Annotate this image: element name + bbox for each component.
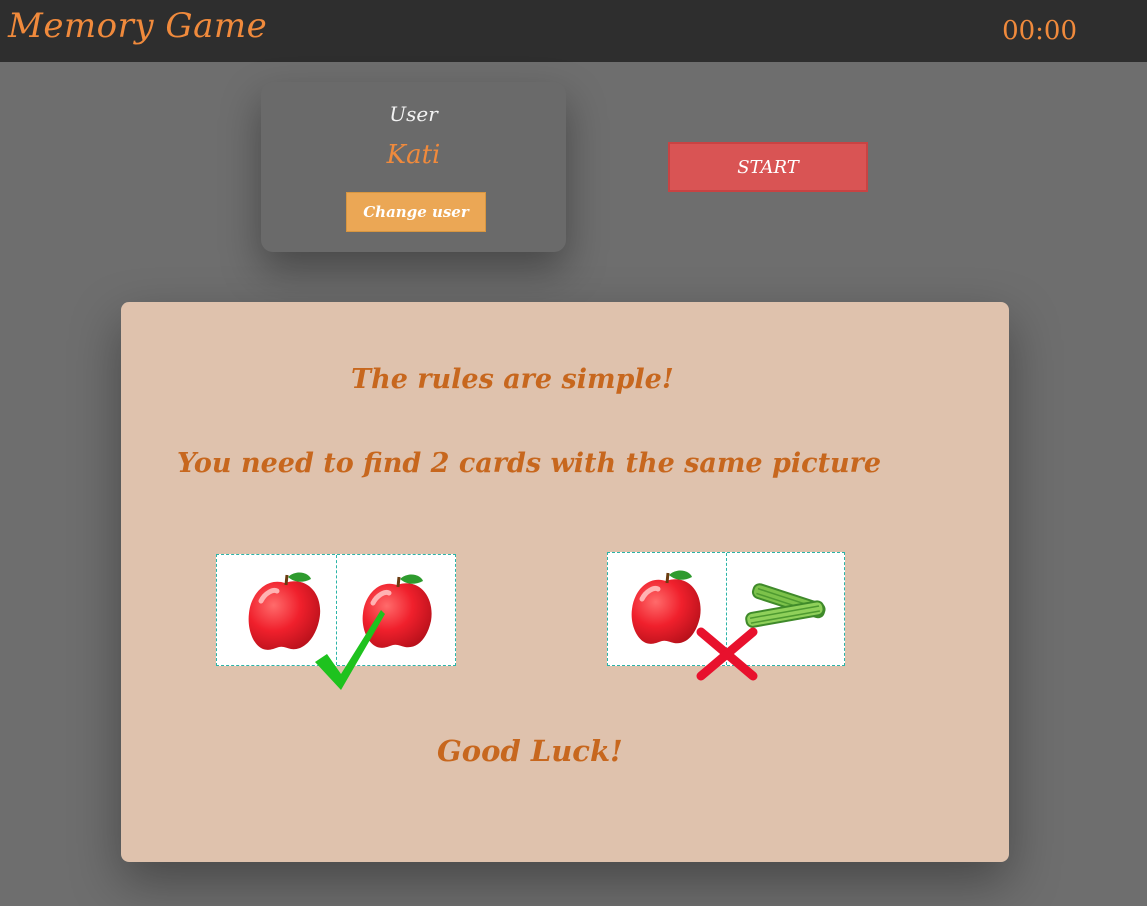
start-button[interactable]: START: [668, 142, 868, 192]
rules-panel: The rules are simple! You need to find 2…: [121, 302, 1009, 862]
cross-icon: [696, 627, 758, 681]
change-user-button[interactable]: Change user: [346, 192, 486, 232]
game-timer: 00:00: [1002, 16, 1077, 46]
rules-heading: The rules are simple!: [351, 364, 674, 395]
user-name: Kati: [386, 140, 441, 170]
top-bar: Memory Game 00:00: [0, 0, 1147, 62]
user-panel: User Kati Change user: [261, 82, 566, 252]
app-title: Memory Game: [8, 6, 268, 46]
user-label: User: [389, 102, 438, 126]
good-luck-text: Good Luck!: [437, 734, 623, 768]
rules-instruction: You need to find 2 cards with the same p…: [177, 448, 882, 479]
checkmark-icon: [315, 610, 385, 690]
